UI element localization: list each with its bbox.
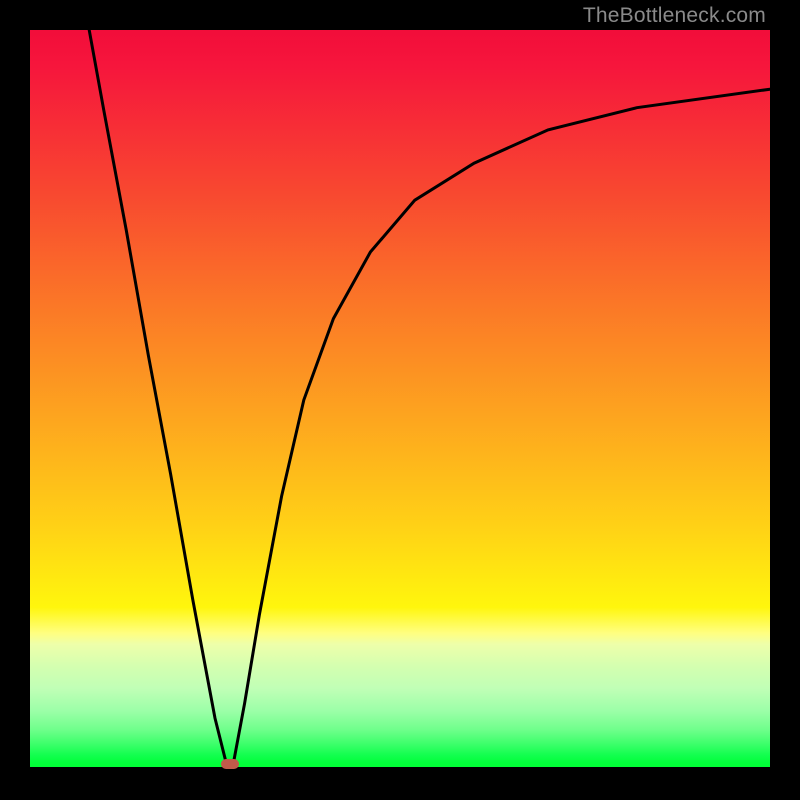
chart-baseline (30, 767, 770, 770)
curve-right-branch (234, 89, 771, 762)
chart-frame (30, 30, 770, 770)
optimal-point-marker (221, 759, 239, 769)
curve-left-branch (89, 30, 226, 763)
attribution-text: TheBottleneck.com (583, 4, 766, 28)
bottleneck-curve (30, 30, 770, 770)
